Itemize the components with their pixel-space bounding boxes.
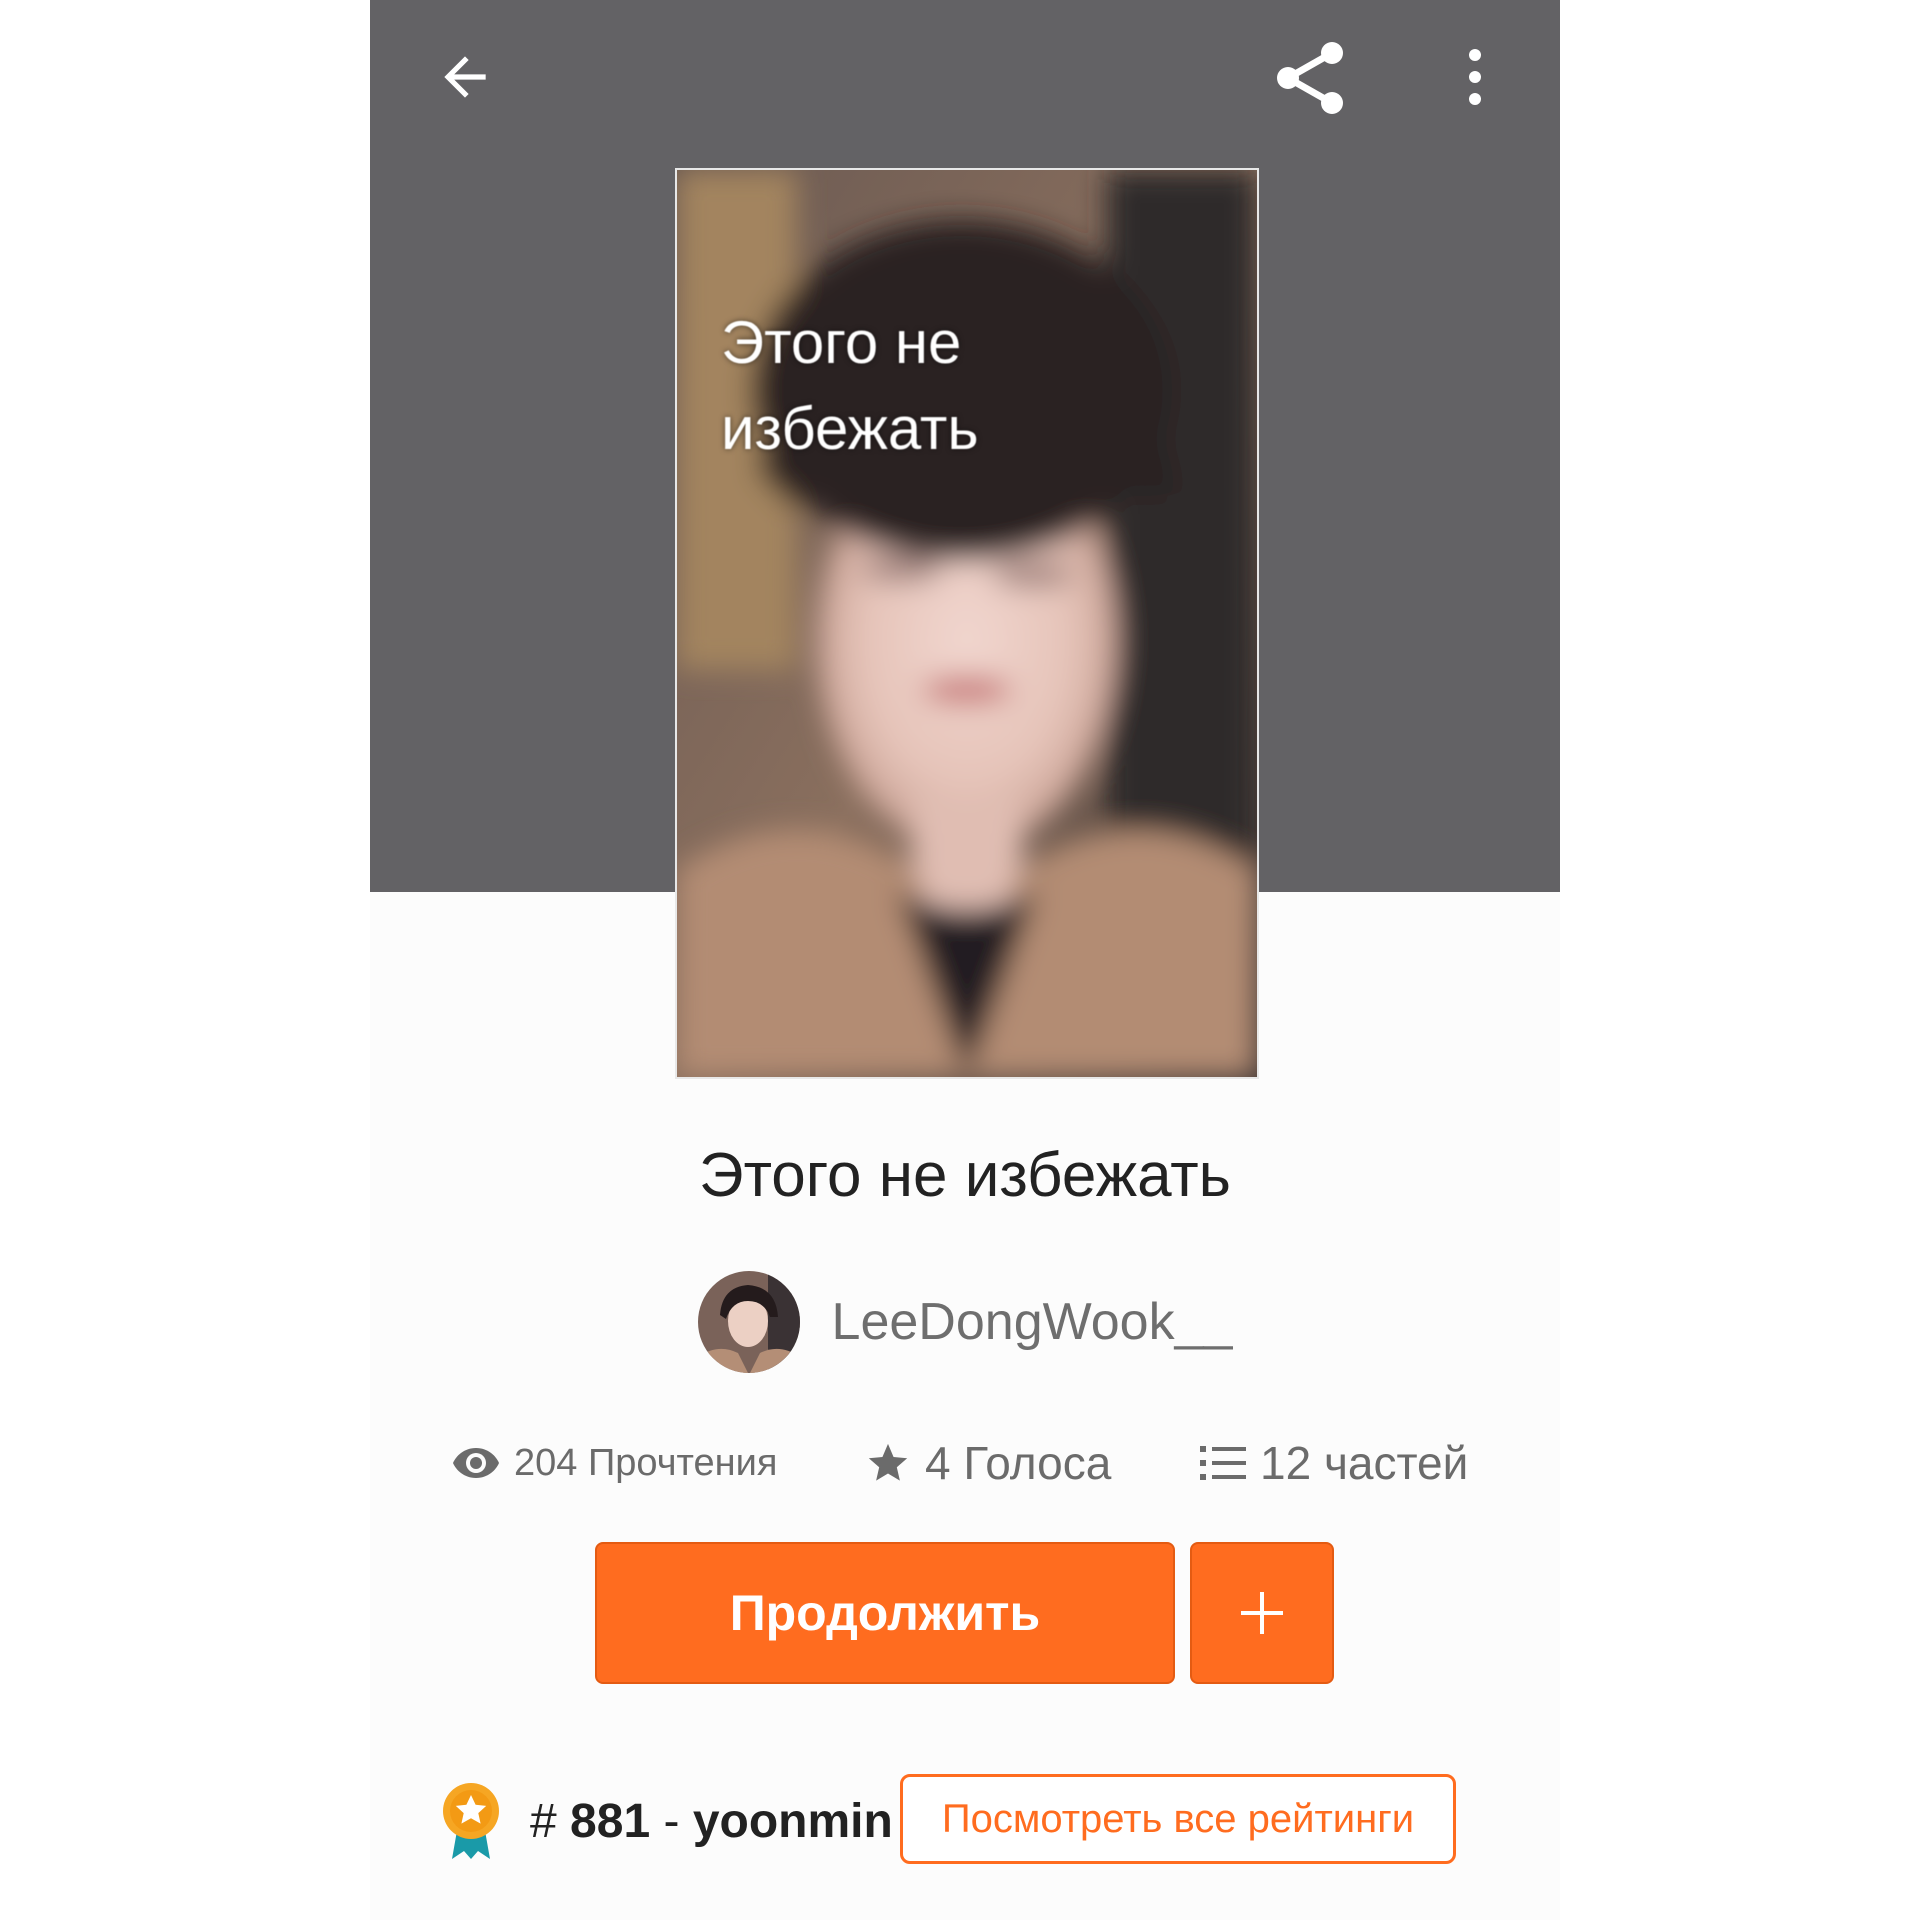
ranking-number: 881 <box>570 1794 651 1848</box>
more-options-button[interactable] <box>1430 32 1520 122</box>
author-link[interactable]: LeeDongWook__ <box>370 1270 1560 1374</box>
ranking-row: # 881 - yoonmin <box>440 1776 893 1866</box>
plus-icon <box>1241 1592 1283 1634</box>
ranking-hash: # <box>530 1794 557 1848</box>
ranking-separator: - <box>663 1794 680 1848</box>
arrow-left-icon <box>444 56 486 98</box>
back-button[interactable] <box>420 32 510 122</box>
cover-title-text: Этого не избежать <box>721 309 979 462</box>
page: Этого не избежать Этого не избежать LeeD… <box>0 0 1920 1920</box>
votes-count: 4 Голоса <box>925 1437 1112 1489</box>
ranking-tag: yoonmin <box>692 1794 893 1848</box>
reads-stat: 204 Прочтения <box>452 1428 777 1498</box>
eye-icon <box>453 1448 499 1478</box>
add-to-library-button[interactable] <box>1190 1542 1334 1684</box>
parts-stat[interactable]: 12 частей <box>1200 1428 1468 1498</box>
story-cover-image[interactable]: Этого не избежать <box>675 168 1259 1079</box>
share-icon <box>1277 42 1343 114</box>
story-screen: Этого не избежать Этого не избежать LeeD… <box>370 0 1560 1920</box>
author-name[interactable]: LeeDongWook__ <box>832 1292 1233 1352</box>
continue-reading-button[interactable]: Продолжить <box>595 1542 1175 1684</box>
parts-count: 12 частей <box>1260 1437 1469 1489</box>
view-all-rankings-button[interactable]: Посмотреть все рейтинги <box>900 1774 1456 1864</box>
list-icon <box>1200 1446 1246 1480</box>
ranking-text: # 881 - yoonmin <box>530 1794 893 1849</box>
story-stats: 204 Прочтения 4 Голоса 12 частей <box>370 1428 1560 1498</box>
avatar-image <box>697 1271 800 1373</box>
votes-stat: 4 Голоса <box>865 1428 1111 1498</box>
star-icon <box>868 1443 908 1481</box>
ranking-medal-icon <box>443 1783 499 1859</box>
reads-count: 204 Прочтения <box>514 1441 778 1484</box>
story-title: Этого не избежать <box>699 1141 1231 1210</box>
author-avatar[interactable] <box>697 1271 800 1373</box>
share-button[interactable] <box>1260 28 1360 128</box>
more-vertical-icon <box>1469 49 1481 105</box>
